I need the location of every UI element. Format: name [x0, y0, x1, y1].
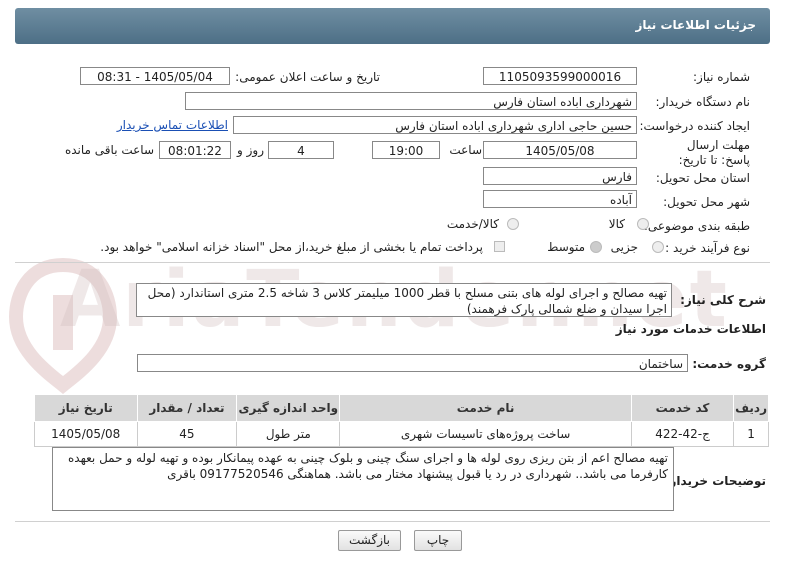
buyer-notes-textarea[interactable]: تهیه مصالح اعم از بتن ریزی روی لوله ها و…: [52, 447, 674, 511]
services-section-title: اطلاعات خدمات مورد نیاز: [615, 322, 766, 336]
buyer-org-label: نام دستگاه خریدار:: [655, 95, 751, 109]
col-service-code: کد خدمت: [630, 394, 735, 422]
process-radio-medium[interactable]: [590, 241, 602, 253]
category-option-goods-service: کالا/خدمت: [446, 217, 499, 231]
deadline-date-field: 1405/05/08: [483, 141, 637, 159]
cell-unit: متر طول: [236, 421, 341, 447]
category-radio-goods-service[interactable]: [507, 218, 519, 230]
city-field: آباده: [483, 190, 637, 208]
col-unit: واحد اندازه گیری: [236, 394, 341, 422]
creator-field: حسین حاجی اداری شهرداری اباده استان فارس: [233, 116, 637, 134]
col-quantity: تعداد / مقدار: [136, 394, 238, 422]
footer-divider: [15, 521, 770, 522]
days-label: روز و: [237, 143, 264, 157]
process-radio-minor[interactable]: [652, 241, 664, 253]
category-radio-goods[interactable]: [637, 218, 649, 230]
back-button[interactable]: بازگشت: [338, 530, 401, 551]
deadline-time-label: ساعت: [449, 143, 482, 157]
province-label: استان محل تحویل:: [655, 171, 750, 185]
summary-label: شرح کلی نیاز:: [680, 293, 766, 307]
print-button[interactable]: چاپ: [414, 530, 462, 551]
creator-label: ایجاد کننده درخواست:: [639, 119, 750, 133]
cell-need-date: 1405/05/08: [34, 421, 138, 447]
table-row: 1 ج-42-422 ساخت پروژه‌های تاسیسات شهری م…: [34, 421, 769, 447]
province-field: فارس: [483, 167, 637, 185]
services-table: ردیف کد خدمت نام خدمت واحد اندازه گیری ت…: [34, 394, 769, 447]
process-option-medium: متوسط: [547, 240, 585, 254]
service-group-label: گروه خدمت:: [692, 357, 766, 371]
remaining-time-label: ساعت باقی مانده: [64, 143, 154, 157]
process-option-minor: جزیی: [610, 240, 638, 254]
process-label: نوع فرآیند خرید :: [665, 241, 750, 255]
section-divider: [15, 262, 770, 263]
service-group-field: ساختمان: [137, 354, 688, 372]
buyer-contact-link[interactable]: اطلاعات تماس خریدار: [117, 118, 228, 132]
col-row-number: ردیف: [733, 394, 769, 422]
treasury-checkbox[interactable]: [494, 241, 505, 252]
col-need-date: تاریخ نیاز: [34, 394, 138, 422]
page-header: جزئیات اطلاعات نیاز: [15, 8, 770, 44]
deadline-label: مهلت ارسال پاسخ: تا تاریخ:: [678, 138, 750, 167]
table-header-row: ردیف کد خدمت نام خدمت واحد اندازه گیری ت…: [34, 394, 769, 422]
deadline-time-field: 19:00: [372, 141, 440, 159]
page-title: جزئیات اطلاعات نیاز: [635, 18, 756, 32]
buyer-org-field: شهرداری اباده استان فارس: [185, 92, 637, 110]
announce-label: تاریخ و ساعت اعلان عمومی:: [235, 70, 380, 84]
remaining-time-field: 08:01:22: [159, 141, 231, 159]
cell-service-name: ساخت پروژه‌های تاسیسات شهری: [339, 421, 632, 447]
category-label: طبقه بندی موضوعی:: [643, 219, 750, 233]
need-number-field: 1105093599000016: [483, 67, 637, 85]
category-option-goods: کالا: [608, 217, 625, 231]
buyer-notes-label: توضیحات خریدار:: [664, 474, 766, 488]
treasury-note: پرداخت تمام یا بخشی از مبلغ خرید،از محل …: [100, 240, 483, 254]
need-number-label: شماره نیاز:: [693, 70, 750, 84]
cell-quantity: 45: [136, 421, 238, 447]
announce-field: 1405/05/04 - 08:31: [80, 67, 230, 85]
days-field: 4: [268, 141, 334, 159]
col-service-name: نام خدمت: [339, 394, 632, 422]
cell-service-code: ج-42-422: [630, 421, 735, 447]
cell-row-number: 1: [733, 421, 769, 447]
city-label: شهر محل تحویل:: [663, 195, 750, 209]
summary-textarea[interactable]: تهیه مصالح و اجرای لوله های بتنی مسلح با…: [136, 283, 672, 317]
